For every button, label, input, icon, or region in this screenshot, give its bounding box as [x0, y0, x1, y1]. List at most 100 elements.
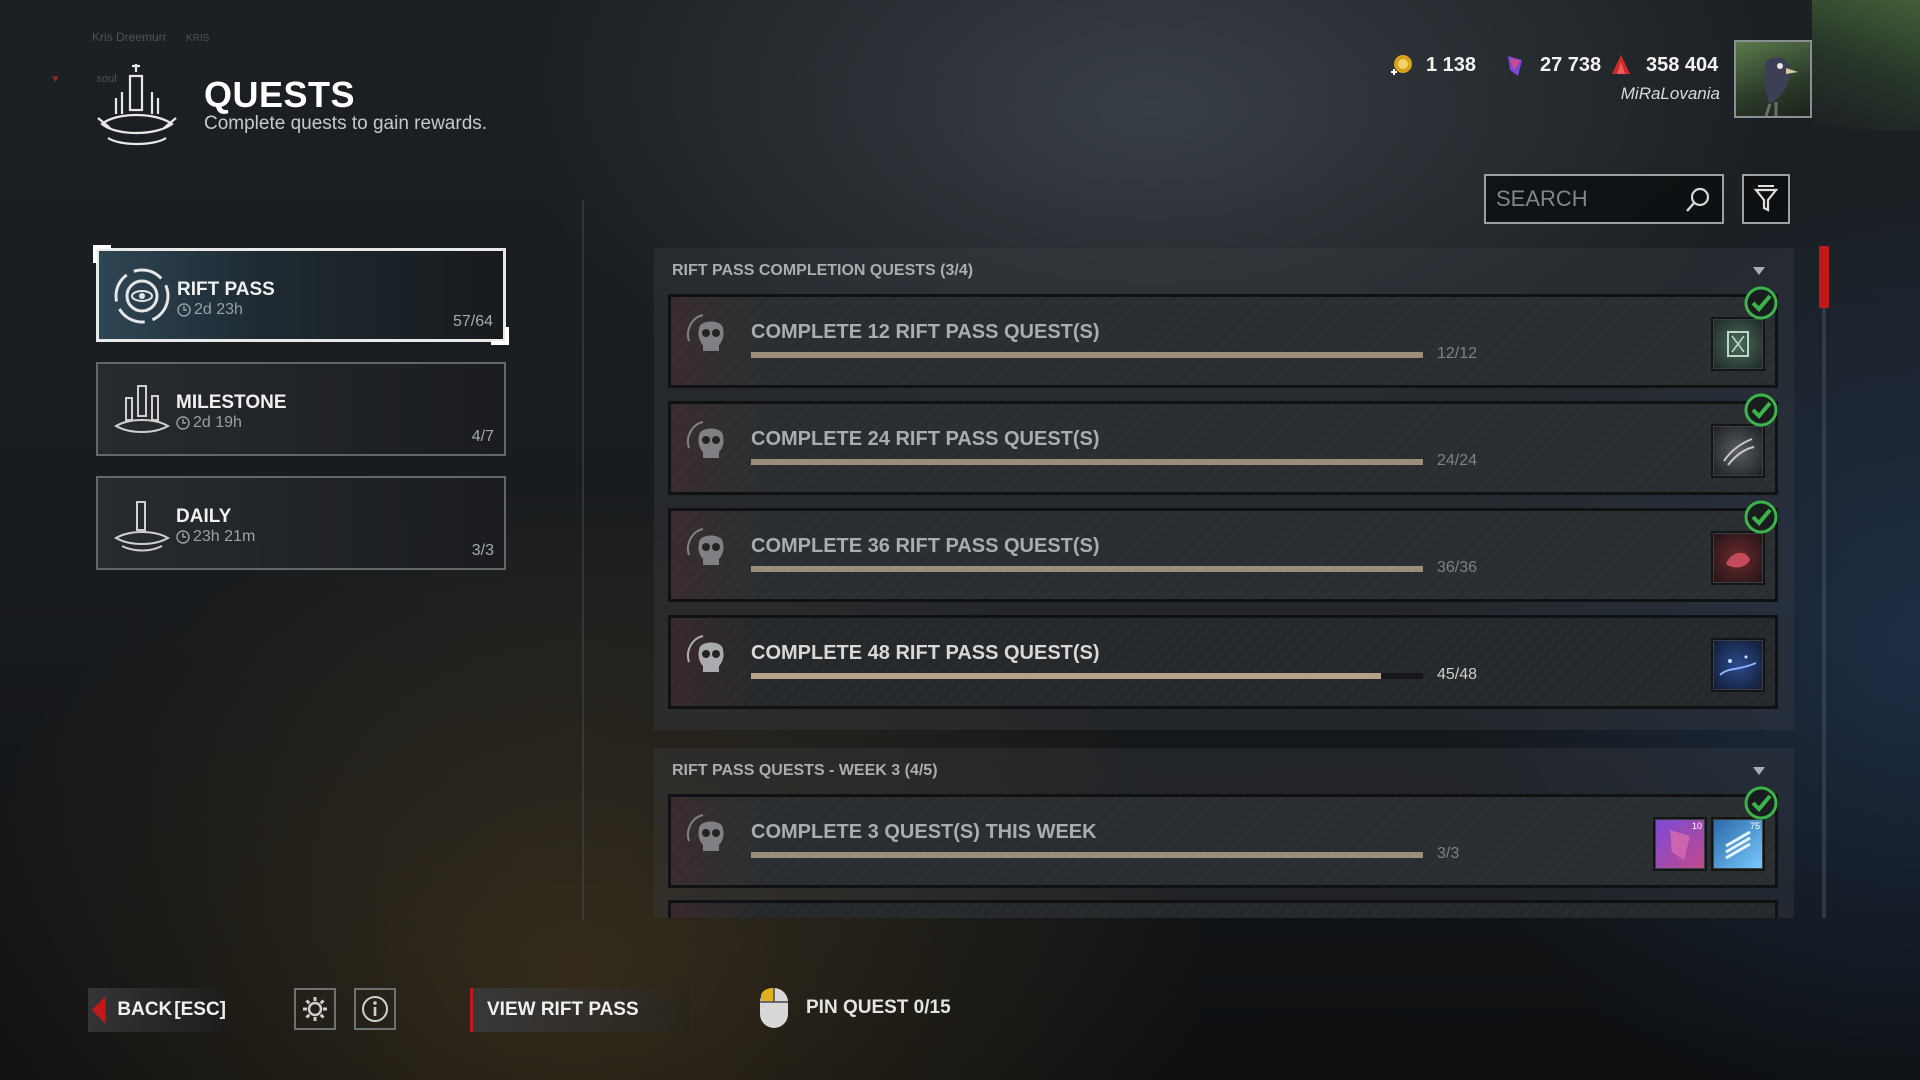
- view-rift-pass-button[interactable]: VIEW RIFT PASS: [470, 988, 690, 1032]
- iridescent-shards-icon: [1612, 55, 1630, 74]
- section-title: RIFT PASS QUESTS - WEEK 3 (4/5): [672, 762, 938, 779]
- bloodpoints-counter: 1 138: [1388, 52, 1476, 78]
- quest-progress-fill: [751, 566, 1423, 572]
- auric-cells-counter: 27 738: [1502, 52, 1601, 78]
- quest-title: COMPLETE 12 RIFT PASS QUEST(S): [751, 321, 1100, 343]
- quest-progress-text: 3/3: [1437, 845, 1460, 862]
- filter-icon: [1753, 185, 1779, 212]
- avatar[interactable]: [1734, 40, 1812, 118]
- pin-quest-label: PIN QUEST 0/15: [806, 997, 951, 1018]
- category-timer: 2d 19h: [176, 414, 242, 432]
- quest-progress-text: 24/24: [1437, 452, 1478, 469]
- banner-reward-icon: [1719, 655, 1757, 676]
- clock-icon: [176, 416, 190, 430]
- reward-item[interactable]: 75: [1713, 819, 1763, 869]
- panel-divider: [582, 200, 584, 920]
- quest-progress-fill: [751, 352, 1423, 358]
- filter-button[interactable]: [1742, 174, 1790, 224]
- category-timer: 2d 23h: [177, 301, 243, 319]
- category-count: 57/64: [452, 313, 493, 330]
- clock-icon: [177, 303, 191, 317]
- reward-item[interactable]: [1713, 426, 1763, 476]
- scrollbar-thumb[interactable]: [1819, 246, 1829, 308]
- quest-row[interactable]: COMPLETE 12 RIFT PASS QUEST(S) 12/12: [668, 286, 1778, 388]
- completed-check-icon: [1744, 786, 1778, 820]
- quest-progress-bar: [751, 852, 1423, 858]
- claw-reward-icon: [1723, 438, 1755, 466]
- mouse-icon: [760, 988, 788, 1028]
- daily-icon: [113, 501, 171, 552]
- category-count: 4/7: [471, 428, 494, 445]
- completed-check-icon: [1744, 500, 1778, 534]
- milestone-icon: [113, 385, 171, 433]
- chevron-down-icon[interactable]: [1752, 266, 1766, 276]
- quest-progress-bar: [751, 459, 1423, 465]
- reward-count: 75: [1749, 821, 1760, 831]
- skull-quest-icon: [687, 314, 724, 351]
- quest-progress-text: 36/36: [1437, 559, 1478, 576]
- skull-quest-icon: [687, 635, 724, 672]
- quest-row[interactable]: COMPLETE 36 RIFT PASS QUEST(S) 36/36: [668, 500, 1778, 602]
- quest-row[interactable]: [668, 900, 1778, 918]
- back-key: [ESC]: [174, 999, 226, 1020]
- completed-check-icon: [1744, 286, 1778, 320]
- back-arrow-icon: [91, 996, 106, 1024]
- reward-count: 10: [1691, 821, 1702, 831]
- scrollbar-track[interactable]: [1822, 246, 1826, 918]
- pin-quest-indicator: PIN QUEST 0/15: [756, 986, 951, 1030]
- page-subtitle: Complete quests to gain rewards.: [204, 113, 488, 134]
- search-box[interactable]: [1484, 174, 1724, 224]
- clock-icon: [176, 530, 190, 544]
- skull-quest-icon: [687, 814, 724, 851]
- section-title: RIFT PASS COMPLETION QUESTS (3/4): [672, 262, 974, 279]
- quest-section-completion: RIFT PASS COMPLETION QUESTS (3/4) COMPLE…: [654, 248, 1794, 730]
- reward-item[interactable]: [1713, 533, 1763, 583]
- user-hint-name: Kris Dreemurr: [92, 30, 167, 44]
- quest-title: COMPLETE 36 RIFT PASS QUEST(S): [751, 535, 1100, 557]
- completed-check-icon: [1744, 393, 1778, 427]
- search-icon[interactable]: [1684, 186, 1712, 214]
- user-hint-tag: KRIS: [186, 33, 210, 44]
- category-name: MILESTONE: [176, 392, 287, 413]
- category-daily[interactable]: DAILY 23h 21m 3/3: [96, 476, 506, 570]
- skull-quest-icon: [687, 421, 724, 458]
- creature-reward-icon: [1726, 552, 1750, 568]
- reward-item[interactable]: [1713, 640, 1763, 690]
- settings-button[interactable]: [294, 988, 336, 1030]
- info-icon: [362, 996, 388, 1022]
- background-art: [1812, 0, 1920, 130]
- chevron-down-icon[interactable]: [1752, 766, 1766, 776]
- quest-progress-bar: [751, 673, 1423, 679]
- quest-title: COMPLETE 3 QUEST(S) THIS WEEK: [751, 821, 1097, 843]
- quest-row[interactable]: COMPLETE 24 RIFT PASS QUEST(S) 24/24: [668, 393, 1778, 495]
- category-name: DAILY: [176, 506, 232, 527]
- avatar-bird-icon: [1764, 57, 1798, 116]
- category-rift-pass[interactable]: RIFT PASS 2d 23h 57/64: [93, 245, 509, 345]
- quests-logo-icon: [97, 64, 177, 146]
- rift-pass-icon: [114, 268, 170, 324]
- quest-list[interactable]: RIFT PASS COMPLETION QUESTS (3/4) COMPLE…: [654, 248, 1794, 918]
- iridescent-shards-counter: 358 404: [1608, 52, 1718, 78]
- category-count: 3/3: [471, 542, 494, 559]
- quest-row[interactable]: COMPLETE 48 RIFT PASS QUEST(S) 45/48: [668, 615, 1778, 709]
- quest-section-week-3: RIFT PASS QUESTS - WEEK 3 (4/5) COMPLETE…: [654, 748, 1794, 918]
- user-hint: Kris Dreemurr KRIS: [50, 30, 209, 44]
- charm-reward-icon: [1727, 331, 1749, 357]
- quest-progress-text: 12/12: [1437, 345, 1478, 362]
- quest-progress-text: 45/48: [1437, 666, 1478, 683]
- reward-item[interactable]: 10: [1655, 819, 1705, 869]
- quest-title: COMPLETE 24 RIFT PASS QUEST(S): [751, 428, 1100, 450]
- category-milestone[interactable]: MILESTONE 2d 19h 4/7: [96, 362, 506, 456]
- page-title: QUESTS: [204, 74, 356, 115]
- info-button[interactable]: [354, 988, 396, 1030]
- auric-cells-value: 27 738: [1540, 53, 1602, 76]
- quest-progress-fill: [751, 459, 1423, 465]
- search-input[interactable]: [1496, 186, 1676, 212]
- auric-cells-icon: [1508, 56, 1522, 76]
- quest-row[interactable]: COMPLETE 3 QUEST(S) THIS WEEK 3/3 10 75: [668, 786, 1778, 888]
- back-button[interactable]: BACK [ESC]: [88, 988, 226, 1032]
- reward-item[interactable]: [1713, 319, 1763, 369]
- category-timer: 23h 21m: [176, 528, 255, 546]
- category-name: RIFT PASS: [177, 279, 275, 300]
- iridescent-shards-value: 358 404: [1646, 53, 1719, 76]
